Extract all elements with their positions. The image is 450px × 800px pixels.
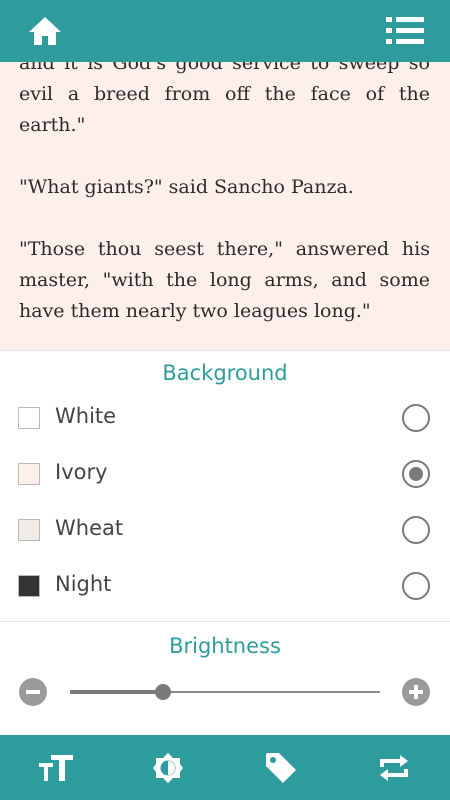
option-label: Night bbox=[55, 572, 112, 596]
option-label: Wheat bbox=[55, 516, 124, 540]
repeat-icon bbox=[380, 754, 408, 781]
radio-button[interactable] bbox=[402, 404, 430, 432]
background-option-white[interactable]: White bbox=[0, 390, 450, 446]
color-swatch bbox=[18, 407, 40, 429]
reader-paragraph: and it is God's good service to sweep so… bbox=[19, 62, 430, 136]
repeat-button[interactable] bbox=[338, 735, 450, 800]
menu-button[interactable] bbox=[374, 0, 436, 62]
color-swatch bbox=[18, 463, 40, 485]
background-option-wheat[interactable]: Wheat bbox=[0, 502, 450, 558]
brightness-section-title: Brightness bbox=[169, 634, 281, 658]
radio-button[interactable] bbox=[402, 460, 430, 488]
settings-panel: Background White Ivory Wheat Night Brigh… bbox=[0, 350, 450, 735]
slider-thumb[interactable] bbox=[155, 684, 171, 700]
top-app-bar bbox=[0, 0, 450, 62]
brightness-increase-button[interactable] bbox=[402, 678, 430, 706]
reader-text: and it is God's good service to sweep so… bbox=[19, 62, 430, 327]
option-label: White bbox=[55, 404, 117, 428]
tag-button[interactable] bbox=[225, 735, 337, 800]
reader-paragraph: "What giants?" said Sancho Panza. bbox=[19, 176, 354, 198]
minus-icon bbox=[26, 690, 40, 694]
background-option-night[interactable]: Night bbox=[0, 558, 450, 614]
tag-icon bbox=[266, 752, 296, 783]
reader-paragraph: "Those thou seest there," answered his m… bbox=[19, 238, 430, 322]
brightness-slider[interactable] bbox=[70, 682, 380, 702]
home-icon bbox=[29, 17, 61, 45]
font-size-icon bbox=[39, 754, 73, 781]
radio-button[interactable] bbox=[402, 572, 430, 600]
bottom-toolbar bbox=[0, 735, 450, 800]
radio-selected-dot bbox=[409, 467, 423, 481]
color-swatch bbox=[18, 575, 40, 597]
brightness-decrease-button[interactable] bbox=[19, 678, 47, 706]
home-button[interactable] bbox=[14, 0, 76, 62]
option-label: Ivory bbox=[55, 460, 108, 484]
list-menu-icon bbox=[386, 17, 424, 44]
radio-button[interactable] bbox=[402, 516, 430, 544]
brightness-button[interactable] bbox=[112, 735, 224, 800]
background-section-title: Background bbox=[162, 361, 288, 385]
reader-content[interactable]: and it is God's good service to sweep so… bbox=[0, 62, 450, 350]
color-swatch bbox=[18, 519, 40, 541]
background-option-ivory[interactable]: Ivory bbox=[0, 446, 450, 502]
font-size-button[interactable] bbox=[0, 735, 112, 800]
section-divider bbox=[0, 621, 450, 622]
slider-fill bbox=[70, 690, 163, 694]
brightness-icon bbox=[153, 752, 183, 783]
